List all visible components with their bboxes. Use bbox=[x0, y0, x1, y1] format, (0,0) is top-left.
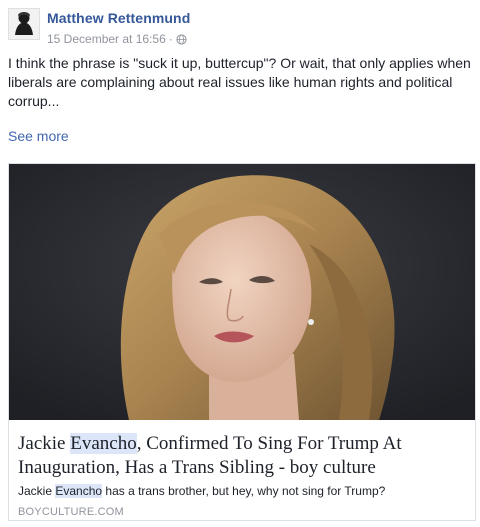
author-name[interactable]: Matthew Rettenmund bbox=[47, 10, 190, 26]
post-text: I think the phrase is "suck it up, butte… bbox=[8, 55, 471, 109]
globe-icon[interactable] bbox=[176, 33, 187, 45]
link-desc-end: has a trans brother, but hey, why not si… bbox=[102, 484, 386, 498]
link-description: Jackie Evancho has a trans brother, but … bbox=[18, 484, 468, 498]
link-preview-card[interactable]: Jackie Evancho, Confirmed To Sing For Tr… bbox=[8, 163, 476, 521]
see-more-link[interactable]: See more bbox=[8, 128, 69, 144]
link-preview-image[interactable] bbox=[9, 164, 475, 420]
meta-separator: · bbox=[168, 32, 173, 46]
link-desc-highlight: Evancho bbox=[55, 484, 103, 498]
link-desc-start: Jackie bbox=[18, 484, 56, 498]
author-avatar[interactable] bbox=[8, 8, 40, 40]
facebook-post: Matthew Rettenmund 15 December at 16:56 … bbox=[0, 0, 480, 527]
link-title-start: Jackie bbox=[18, 433, 71, 454]
link-title-highlight: Evancho bbox=[70, 433, 137, 454]
link-domain: BOYCULTURE.COM bbox=[18, 506, 124, 518]
post-timestamp[interactable]: 15 December at 16:56 bbox=[47, 32, 166, 46]
post-meta: 15 December at 16:56 · bbox=[47, 32, 187, 46]
link-title[interactable]: Jackie Evancho, Confirmed To Sing For Tr… bbox=[18, 432, 468, 480]
